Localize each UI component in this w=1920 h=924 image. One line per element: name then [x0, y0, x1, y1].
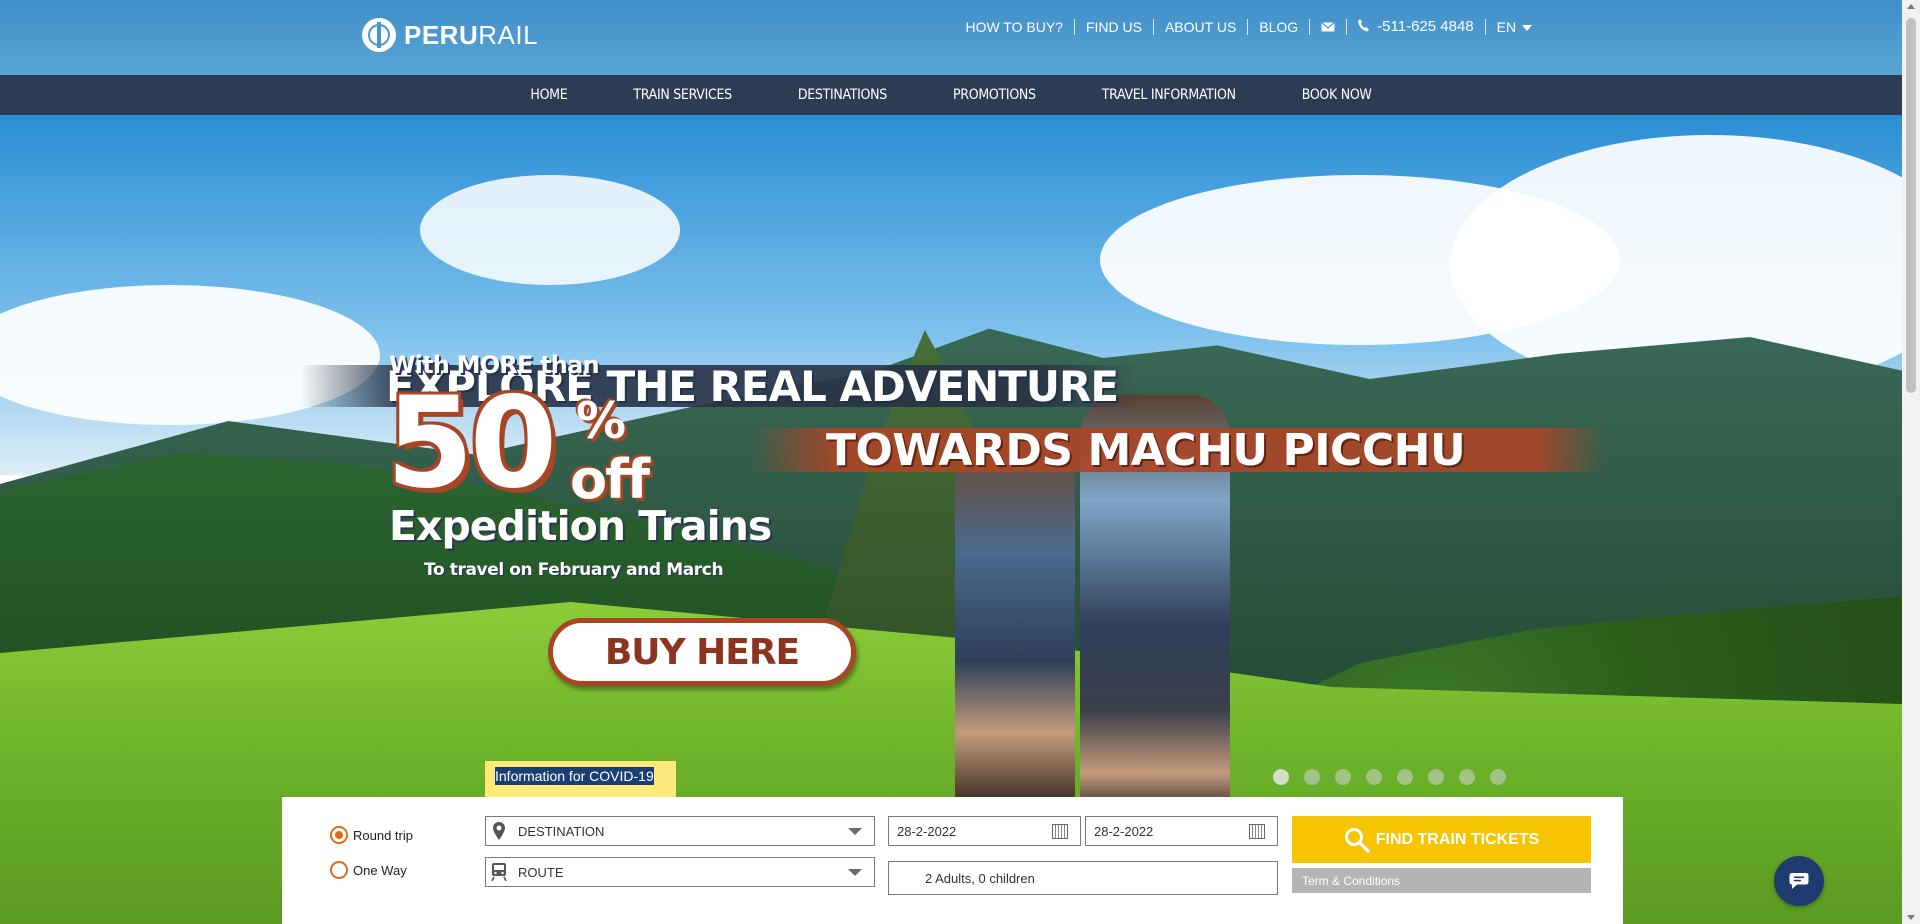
carousel-dot-4[interactable] [1366, 769, 1382, 785]
phone-text: -511-625 4848 [1377, 18, 1474, 35]
calendar-icon[interactable] [1052, 824, 1068, 839]
carousel-dots [1273, 769, 1521, 785]
calendar-icon[interactable] [1249, 824, 1265, 839]
language-selector[interactable]: EN [1486, 19, 1532, 35]
promo-travel-period: To travel on February and March [424, 560, 724, 580]
destination-select[interactable]: DESTINATION [485, 816, 875, 846]
train-icon [486, 858, 512, 886]
terms-conditions-link[interactable]: Term & Conditions [1292, 868, 1591, 893]
promo-discount-number: 50 [386, 369, 557, 516]
hiker-woman [955, 445, 1075, 805]
search-icon [1344, 827, 1370, 853]
one-way-radio[interactable] [330, 861, 348, 879]
passengers-value: 2 Adults, 0 children [925, 870, 1035, 886]
one-way-option[interactable]: One Way [330, 861, 407, 879]
buy-here-button[interactable]: BUY HERE [548, 618, 856, 686]
nav-item-travel-information[interactable]: TRAVEL INFORMATION [1102, 87, 1236, 103]
carousel-dot-6[interactable] [1428, 769, 1444, 785]
find-button-label: FIND TRAIN TICKETS [1375, 830, 1540, 848]
mail-icon[interactable] [1310, 19, 1348, 35]
carousel-dot-5[interactable] [1397, 769, 1413, 785]
round-trip-option[interactable]: Round trip [330, 826, 413, 844]
page-scrollbar[interactable] [1902, 0, 1920, 924]
perurail-logo[interactable]: PERURAIL [362, 18, 538, 52]
nav-item-home[interactable]: HOME [530, 87, 567, 103]
scroll-up-arrow-icon[interactable] [1907, 4, 1915, 9]
carousel-dot-1[interactable] [1273, 769, 1289, 785]
carousel-dot-2[interactable] [1304, 769, 1320, 785]
chevron-down-icon [848, 828, 862, 835]
destination-value: DESTINATION [518, 823, 605, 839]
blog-link[interactable]: BLOG [1248, 19, 1311, 35]
covid-info-tab[interactable]: Information for COVID-19 [485, 761, 676, 797]
route-select[interactable]: ROUTE [485, 857, 875, 887]
nav-item-promotions[interactable]: PROMOTIONS [953, 87, 1036, 103]
nav-item-train-services[interactable]: TRAIN SERVICES [633, 87, 732, 103]
promo-expedition-trains: Expedition Trains [389, 502, 772, 550]
chat-widget-button[interactable] [1774, 856, 1824, 906]
top-links: HOW TO BUY? FIND US ABOUT US BLOG -511-6… [954, 19, 1532, 35]
how-to-buy-link[interactable]: HOW TO BUY? [954, 19, 1075, 35]
departure-date-input[interactable]: 28-2-2022 [888, 816, 1081, 846]
headline-machu-picchu: TOWARDS MACHU PICCHU [750, 428, 1605, 474]
find-train-tickets-button[interactable]: FIND TRAIN TICKETS [1292, 816, 1591, 863]
map-pin-icon [486, 817, 512, 845]
carousel-dot-7[interactable] [1459, 769, 1475, 785]
round-trip-radio[interactable] [330, 826, 348, 844]
find-us-link[interactable]: FIND US [1075, 19, 1154, 35]
main-navigation: HOME TRAIN SERVICES DESTINATIONS PROMOTI… [0, 75, 1902, 115]
globe-logo-icon [362, 18, 396, 52]
return-date-input[interactable]: 28-2-2022 [1085, 816, 1278, 846]
departure-date-value: 28-2-2022 [897, 823, 957, 839]
chevron-down-icon [848, 869, 862, 876]
nav-item-destinations[interactable]: DESTINATIONS [798, 87, 887, 103]
top-bar: PERURAIL HOW TO BUY? FIND US ABOUT US BL… [0, 0, 1902, 75]
covid-info-link[interactable]: Information for COVID-19 [495, 767, 654, 785]
route-value: ROUTE [518, 864, 564, 880]
language-code: EN [1496, 19, 1517, 35]
phone-icon [1358, 19, 1370, 32]
carousel-dot-8[interactable] [1490, 769, 1506, 785]
carousel-dot-3[interactable] [1335, 769, 1351, 785]
one-way-label: One Way [353, 862, 407, 878]
passengers-selector[interactable]: 2 Adults, 0 children [888, 861, 1278, 895]
scrollbar-thumb[interactable] [1906, 18, 1916, 393]
promo-percent-sign: % [576, 392, 627, 450]
logo-text: PERURAIL [404, 19, 539, 50]
about-us-link[interactable]: ABOUT US [1154, 19, 1249, 35]
chat-icon [1789, 873, 1809, 889]
nav-item-book-now[interactable]: BOOK NOW [1302, 87, 1372, 103]
round-trip-label: Round trip [353, 827, 413, 843]
scroll-down-arrow-icon[interactable] [1907, 915, 1915, 920]
return-date-value: 28-2-2022 [1094, 823, 1154, 839]
cloud [420, 175, 680, 285]
phone-number[interactable]: -511-625 4848 [1347, 18, 1486, 35]
chevron-down-icon [1522, 25, 1532, 31]
